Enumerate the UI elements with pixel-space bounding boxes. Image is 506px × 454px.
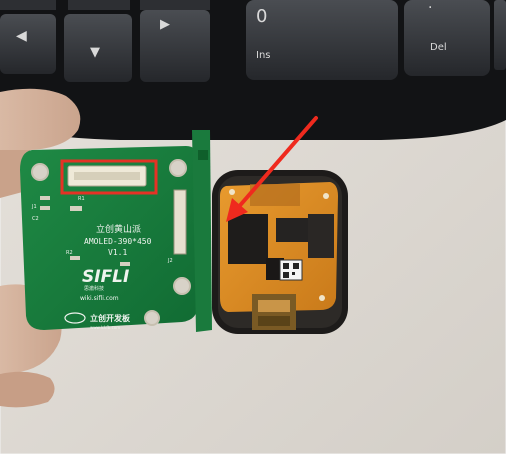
down-arrow-icon: ▼: [90, 45, 100, 60]
mount-hole: [144, 310, 160, 326]
silk-j1: J1: [31, 204, 37, 210]
numpad-del-key: [404, 0, 490, 76]
key-del-label: Del: [430, 42, 447, 53]
left-arrow-key: [0, 14, 56, 74]
right-arrow-icon: ▶: [160, 17, 170, 32]
silk-r1: R1: [78, 196, 85, 202]
sifli-logo: SIFLI: [82, 267, 129, 287]
mount-hole: [169, 159, 187, 177]
footer-url: www.lckfb.com: [90, 325, 120, 330]
left-arrow-icon: ◀: [16, 28, 27, 44]
amoled-module: [212, 170, 348, 334]
sifli-chinese: 思澈科技: [84, 285, 104, 292]
mount-hole: [31, 163, 49, 181]
sifli-url: wiki.sifli.com: [80, 295, 119, 302]
key-ins-label: Ins: [256, 50, 271, 61]
silk-r2: R2: [66, 250, 73, 256]
mount-hole: [173, 277, 191, 295]
right-arrow-key: [140, 10, 210, 82]
side-connector: [173, 189, 187, 255]
board-chinese-title: 立创黄山派: [96, 223, 141, 235]
footer-logo: 立创开发板: [90, 313, 131, 323]
key-zero-label: 0: [256, 6, 267, 27]
board-model: AMOLED-390*450: [84, 237, 152, 246]
silk-c2: C2: [32, 216, 39, 222]
flex-chip: [228, 214, 268, 264]
numpad-zero-key: [246, 0, 398, 80]
photo-scene: ◀ ▼ ▶ 0 Ins . Del J1 R1 C2 R2 J2 立创黄山派 A…: [0, 0, 506, 454]
silk-j2: J2: [167, 258, 173, 264]
key-dot-label: .: [428, 0, 432, 12]
photo-stage: ◀ ▼ ▶ 0 Ins . Del J1 R1 C2 R2 J2 立创黄山派 A…: [0, 0, 506, 454]
board-version: V1.1: [108, 248, 127, 257]
